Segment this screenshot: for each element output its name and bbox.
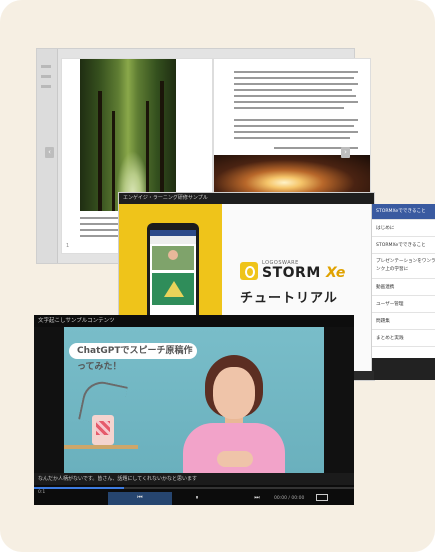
time-total: 00:00 / 00:00 (274, 496, 305, 501)
window-title: 文字起こしサンプルコンテンツ (34, 315, 354, 327)
slide-heading: チュートリアル (240, 291, 338, 306)
video-player-window: 文字起こしサンプルコンテンツ ChatGPTでスピーチ原稿作ってみた！ なんだか… (34, 315, 354, 505)
menu-item[interactable]: まとめと実践 (372, 331, 435, 347)
subtitle-text: なんだか人柄がないです。皆さん、話題にしてくれないかなと思います (34, 473, 354, 485)
menu-item[interactable]: 問題集 (372, 314, 435, 330)
next-page-button[interactable]: › (341, 147, 350, 158)
fullscreen-icon[interactable] (316, 494, 328, 501)
smartphone-image (147, 223, 199, 327)
forward-icon[interactable]: ⏭ (250, 494, 264, 502)
menu-item[interactable]: 動画連携 (372, 280, 435, 296)
storm-logo: LOGOSWARE STORM Xe (240, 260, 370, 290)
toolbar-button[interactable] (41, 65, 51, 68)
promo-card: 1 2 ‹ › エンゲイジ・ラーニング研修サンプル (0, 0, 435, 552)
decor-shelf (64, 445, 138, 449)
presenter (179, 355, 289, 475)
chapter-menu: STORMXeでできること はじめに STORMXeでできること プレゼンテーシ… (371, 204, 435, 380)
pause-icon[interactable]: ⏸ (190, 494, 204, 502)
menu-item[interactable]: ユーザー管理 (372, 297, 435, 313)
menu-item[interactable]: はじめに (372, 221, 435, 237)
toolbar-button[interactable] (41, 75, 51, 78)
player-controls: 0:1 ⏮ ⏸ ⏭ 00:00 / 00:00 (34, 485, 354, 505)
menu-footer (372, 358, 435, 380)
menu-item[interactable]: STORMXeでできること (372, 238, 435, 254)
logo-suffix: Xe (326, 265, 346, 281)
time-current: 0:1 (38, 490, 46, 495)
logo-icon (240, 262, 258, 280)
progress-bar[interactable] (34, 487, 354, 489)
menu-item[interactable]: プレゼンテーションをワンランク上の学習に (372, 255, 435, 279)
slide-yellow-panel (119, 204, 222, 327)
video-caption: ChatGPTでスピーチ原稿作ってみた！ (69, 343, 197, 372)
menu-item[interactable]: STORMXeでできること (372, 204, 435, 220)
page-number: 1 (66, 243, 70, 249)
rewind-icon[interactable]: ⏮ (133, 494, 147, 502)
progress-fill (34, 487, 124, 489)
toolbar-button[interactable] (41, 85, 51, 88)
decor-vase (92, 415, 114, 445)
prev-page-button[interactable]: ‹ (45, 147, 54, 158)
video-frame[interactable]: ChatGPTでスピーチ原稿作ってみた！ (34, 327, 354, 475)
logo-product: STORM (262, 265, 321, 281)
window-title: エンゲイジ・ラーニング研修サンプル (119, 193, 374, 204)
forest-photo (80, 59, 176, 211)
